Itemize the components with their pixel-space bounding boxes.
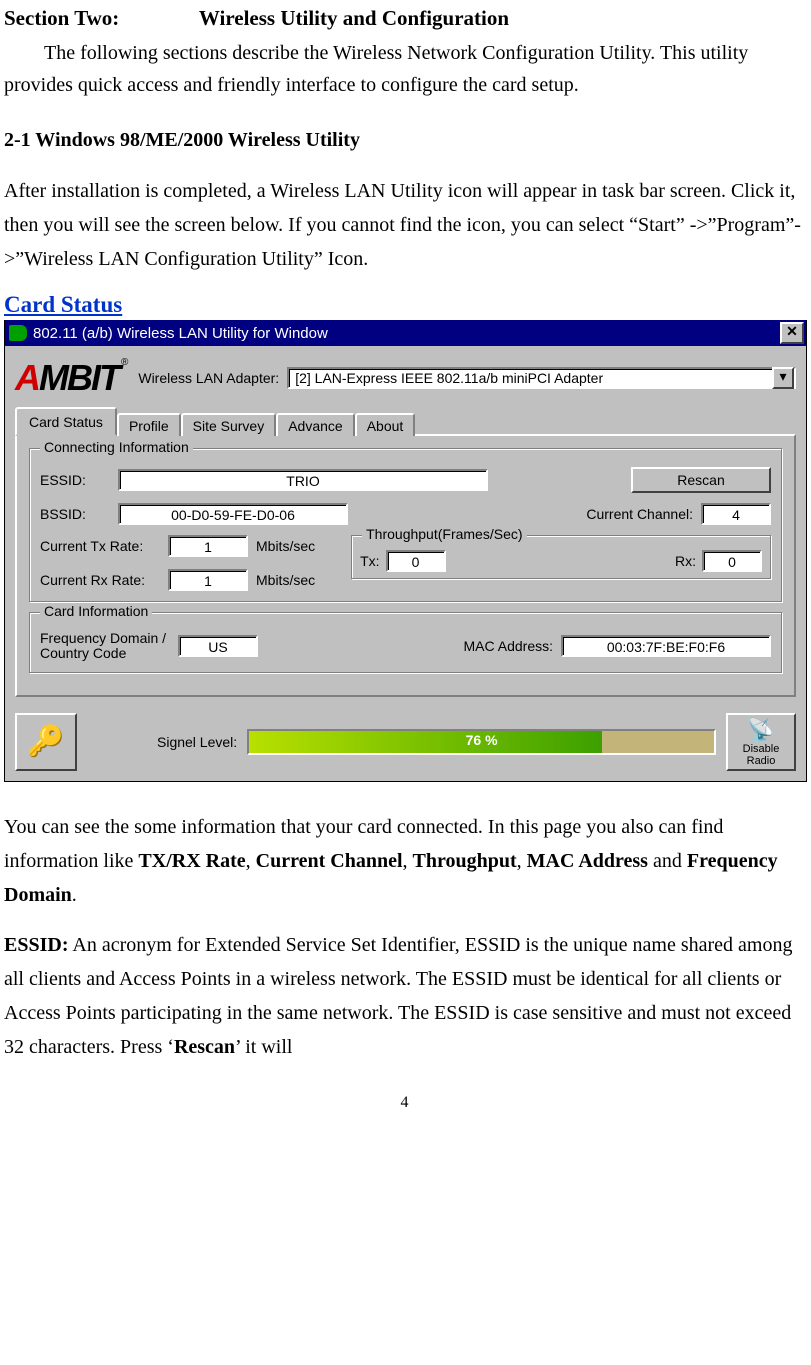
paragraph-you-can-see: You can see the some information that yo… <box>4 810 805 912</box>
top-row: AMBIT® Wireless LAN Adapter: [2] LAN-Exp… <box>15 356 796 400</box>
tab-card-status[interactable]: Card Status <box>15 407 117 436</box>
mac-address-label: MAC Address: <box>464 638 553 654</box>
antenna-icon: 📡 <box>747 717 774 743</box>
tab-panel-card-status: Connecting Information ESSID: TRIO Resca… <box>15 434 796 697</box>
current-channel-field: 4 <box>701 503 771 525</box>
adapter-selected: [2] LAN-Express IEEE 802.11a/b miniPCI A… <box>293 368 772 388</box>
bssid-label: BSSID: <box>40 506 110 522</box>
bssid-field: 00-D0-59-FE-D0-06 <box>118 503 348 525</box>
security-key-button[interactable]: 🔑 <box>15 713 77 771</box>
rx-rate-field: 1 <box>168 569 248 591</box>
titlebar[interactable]: 802.11 (a/b) Wireless LAN Utility for Wi… <box>5 320 806 346</box>
frequency-domain-label: Frequency Domain / Country Code <box>40 631 170 662</box>
card-status-heading: Card Status <box>4 292 805 318</box>
paragraph-essid: ESSID: An acronym for Extended Service S… <box>4 928 805 1064</box>
tab-strip: Card Status Profile Site Survey Advance … <box>15 406 796 434</box>
disable-radio-label: Disable Radio <box>728 743 794 767</box>
throughput-tx-label: Tx: <box>360 553 379 569</box>
signal-level-label: Signel Level: <box>157 734 237 750</box>
section-title: Section Two: Wireless Utility and Config… <box>4 6 805 31</box>
app-window: 802.11 (a/b) Wireless LAN Utility for Wi… <box>4 320 807 782</box>
throughput-rx-field: 0 <box>702 550 762 572</box>
tx-rate-unit: Mbits/sec <box>256 538 315 554</box>
tab-profile[interactable]: Profile <box>117 413 181 436</box>
bottom-bar: 🔑 Signel Level: 76 % 📡 Disable Radio <box>5 705 806 781</box>
paragraph-after-install: After installation is completed, a Wirel… <box>4 174 805 276</box>
essid-field[interactable]: TRIO <box>118 469 488 491</box>
tx-rate-field: 1 <box>168 535 248 557</box>
rx-rate-unit: Mbits/sec <box>256 572 315 588</box>
adapter-dropdown[interactable]: [2] LAN-Express IEEE 802.11a/b miniPCI A… <box>287 367 796 389</box>
essid-def-label: ESSID: <box>4 934 68 956</box>
logo-reg: ® <box>121 357 126 368</box>
mac-address-field: 00:03:7F:BE:F0:F6 <box>561 635 771 657</box>
rx-rate-label: Current Rx Rate: <box>40 572 160 588</box>
logo-text: AMBIT® <box>15 357 126 399</box>
tab-site-survey[interactable]: Site Survey <box>181 413 277 436</box>
app-icon <box>9 325 27 341</box>
key-icon: 🔑 <box>27 724 64 759</box>
essid-label: ESSID: <box>40 472 110 488</box>
tab-about[interactable]: About <box>355 413 416 436</box>
group-card-title: Card Information <box>40 603 152 619</box>
throughput-tx-field: 0 <box>386 550 446 572</box>
section-heading-text: Wireless Utility and Configuration <box>199 6 509 30</box>
chevron-down-icon[interactable]: ▾ <box>772 367 794 389</box>
throughput-title: Throughput(Frames/Sec) <box>362 526 526 542</box>
group-card-information: Card Information Frequency Domain / Coun… <box>29 612 782 673</box>
subheading-2-1: 2-1 Windows 98/ME/2000 Wireless Utility <box>4 129 805 152</box>
current-channel-label: Current Channel: <box>586 506 693 522</box>
tab-advance[interactable]: Advance <box>276 413 354 436</box>
frequency-domain-field: US <box>178 635 258 657</box>
section-label: Section Two: <box>4 6 194 31</box>
window-body: AMBIT® Wireless LAN Adapter: [2] LAN-Exp… <box>5 346 806 705</box>
tx-rate-label: Current Tx Rate: <box>40 538 160 554</box>
disable-radio-button[interactable]: 📡 Disable Radio <box>726 713 796 771</box>
window-title: 802.11 (a/b) Wireless LAN Utility for Wi… <box>33 325 780 342</box>
adapter-label: Wireless LAN Adapter: <box>138 370 279 386</box>
rescan-button[interactable]: Rescan <box>631 467 771 493</box>
group-throughput: Throughput(Frames/Sec) Tx: 0 Rx: 0 <box>351 535 771 579</box>
signal-level-bar: 76 % <box>247 729 716 755</box>
group-connecting-information: Connecting Information ESSID: TRIO Resca… <box>29 448 782 602</box>
throughput-rx-label: Rx: <box>675 553 696 569</box>
page-number: 4 <box>4 1094 805 1112</box>
intro-paragraph: The following sections describe the Wire… <box>4 37 805 101</box>
logo: AMBIT® <box>15 356 126 400</box>
close-button[interactable]: ✕ <box>780 322 804 344</box>
signal-level-percent: 76 % <box>249 731 714 753</box>
group-conn-title: Connecting Information <box>40 439 193 455</box>
